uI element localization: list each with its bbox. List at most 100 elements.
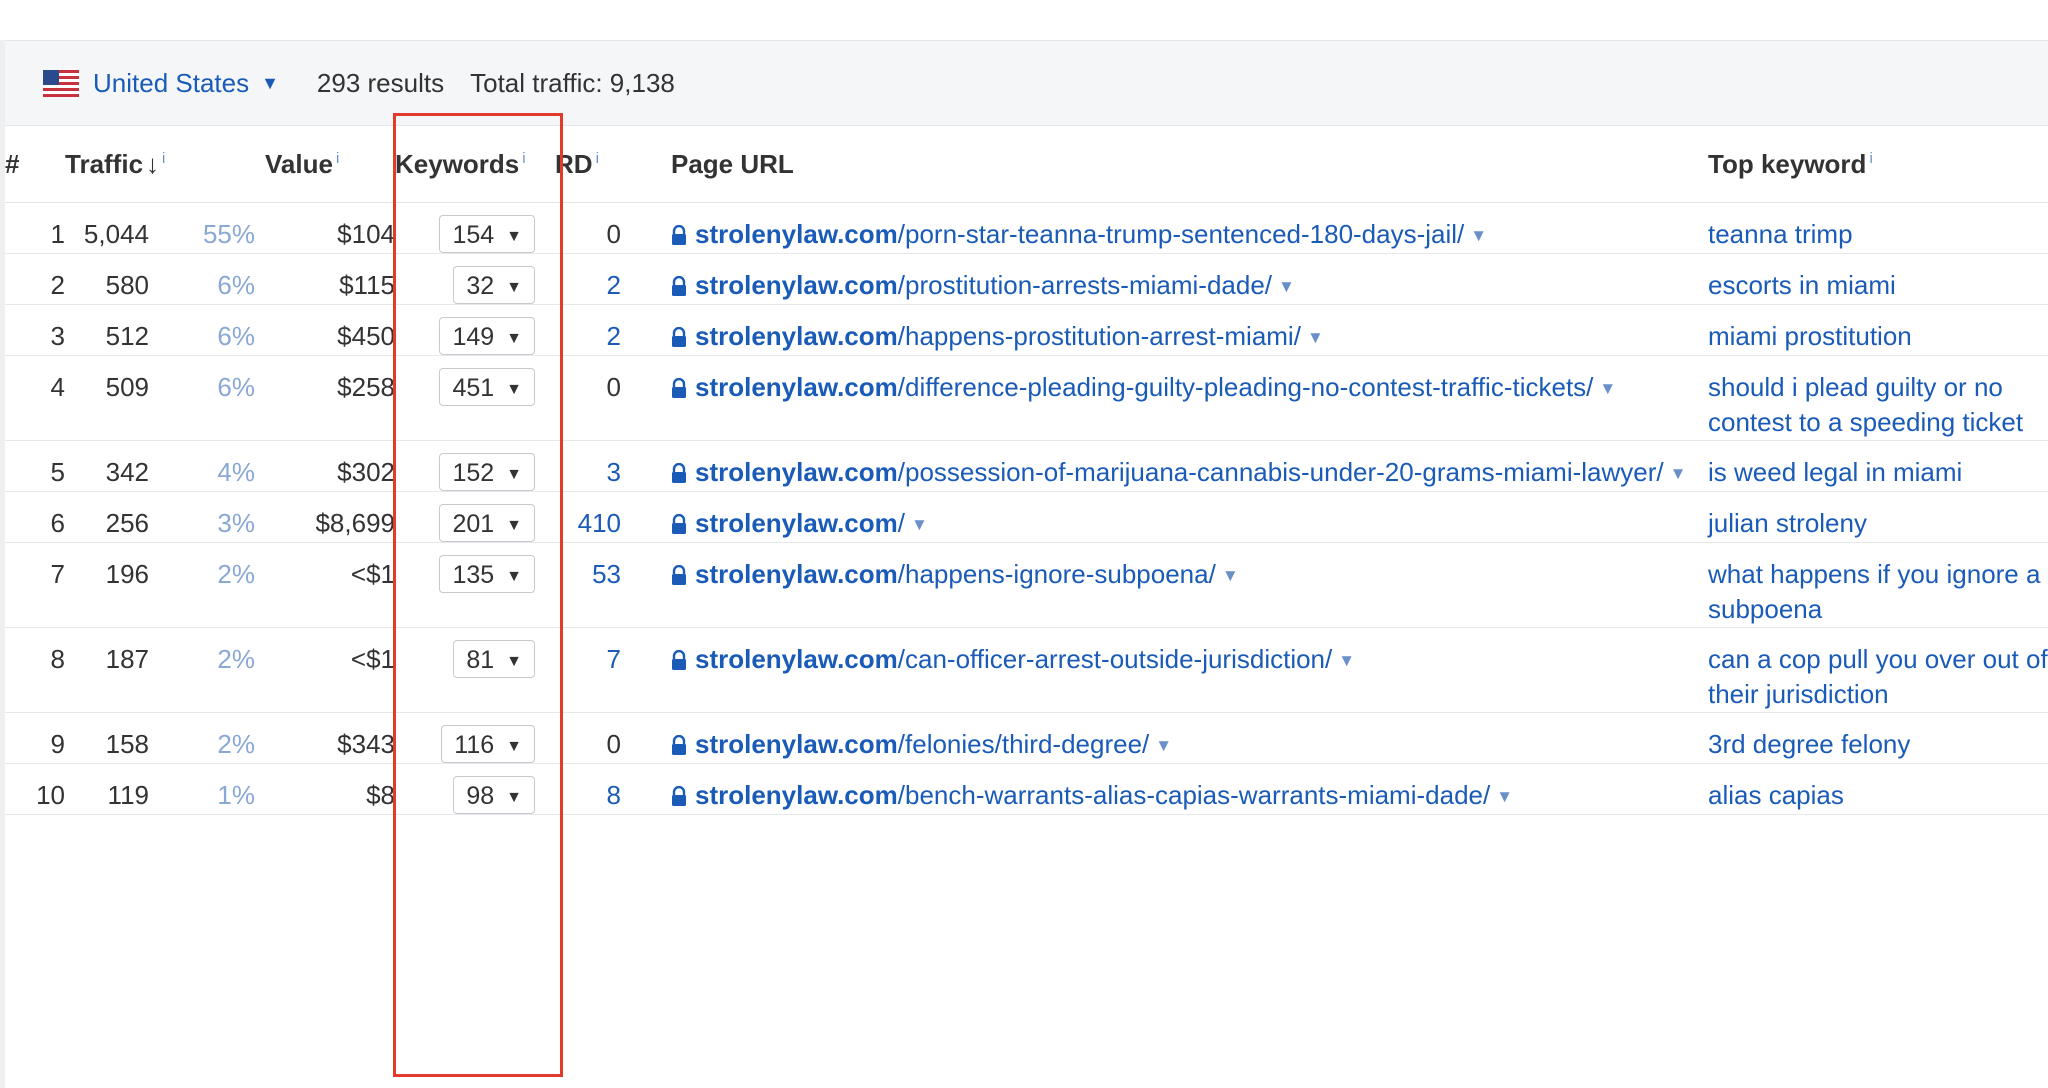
dropdown-caret-icon[interactable]: ▼ [1278,277,1295,296]
dropdown-caret-icon[interactable]: ▼ [1470,226,1487,245]
row-top-keyword[interactable]: what happens if you ignore a subpoena [1708,542,2048,628]
dropdown-caret-icon[interactable]: ▼ [1307,328,1324,347]
keywords-dropdown[interactable]: 32 ▼ [453,266,535,304]
dropdown-caret-icon[interactable]: ▼ [506,653,522,670]
url-path[interactable]: /possession-of-marijuana-cannabis-under-… [898,457,1664,487]
row-page-url[interactable]: strolenylaw.com/felonies/third-degree/ ▼ [671,712,1708,764]
url-domain[interactable]: strolenylaw.com [695,644,898,674]
url-domain[interactable]: strolenylaw.com [695,729,898,759]
url-path[interactable]: /bench-warrants-alias-capias-warrants-mi… [898,780,1490,810]
url-domain[interactable]: strolenylaw.com [695,508,898,538]
row-rd[interactable]: 7 [555,627,635,713]
keywords-dropdown[interactable]: 116 ▼ [441,725,535,763]
url-domain[interactable]: strolenylaw.com [695,457,898,487]
row-top-keyword[interactable]: teanna trimp [1708,202,2048,254]
row-rd[interactable]: 2 [555,304,635,356]
dropdown-caret-icon[interactable]: ▼ [506,789,522,806]
url-domain[interactable]: strolenylaw.com [695,780,898,810]
dropdown-caret-icon[interactable]: ▼ [506,466,522,483]
dropdown-caret-icon[interactable]: ▼ [1496,787,1513,806]
row-page-url[interactable]: strolenylaw.com/ ▼ [671,491,1708,543]
info-icon[interactable]: i [1869,150,1872,167]
table-row: 7 196 2% <$1 135 ▼ 53 strolenylaw.com/happens-i… [5,542,2048,628]
url-domain[interactable]: strolenylaw.com [695,321,898,351]
keywords-dropdown[interactable]: 135 ▼ [439,555,535,593]
row-top-keyword[interactable]: should i plead guilty or no contest to a… [1708,355,2048,441]
dropdown-caret-icon[interactable]: ▼ [506,228,522,245]
sort-desc-arrow-icon[interactable]: ↓ [146,149,159,179]
keywords-dropdown[interactable]: 201 ▼ [439,504,535,542]
row-top-keyword[interactable]: alias capias [1708,763,2048,815]
url-path[interactable]: /prostitution-arrests-miami-dade/ [898,270,1272,300]
keywords-dropdown[interactable]: 81 ▼ [453,640,535,678]
row-top-keyword[interactable]: escorts in miami [1708,253,2048,305]
url-path[interactable]: /happens-prostitution-arrest-miami/ [898,321,1301,351]
info-icon[interactable]: i [336,150,339,167]
column-header-value[interactable]: Value i [265,126,395,203]
url-path[interactable]: /difference-pleading-guilty-pleading-no-… [898,372,1594,402]
url-path[interactable]: /happens-ignore-subpoena/ [898,559,1216,589]
dropdown-caret-icon[interactable]: ▼ [506,330,522,347]
row-value: $258 [265,355,395,441]
lock-icon [671,321,687,347]
country-selector[interactable]: United States [93,68,249,99]
keywords-dropdown[interactable]: 98 ▼ [453,776,535,814]
url-path[interactable]: /can-officer-arrest-outside-jurisdiction… [898,644,1332,674]
url-path[interactable]: / [898,508,905,538]
row-top-keyword[interactable]: 3rd degree felony [1708,712,2048,764]
row-page-url[interactable]: strolenylaw.com/happens-ignore-subpoena/… [671,542,1708,628]
column-header-keywords[interactable]: Keywords i [395,126,555,203]
row-page-url[interactable]: strolenylaw.com/happens-prostitution-arr… [671,304,1708,356]
keywords-dropdown[interactable]: 154 ▼ [439,215,535,253]
info-icon[interactable]: i [522,150,525,167]
info-icon[interactable]: i [596,150,599,167]
dropdown-caret-icon[interactable]: ▼ [1338,651,1355,670]
row-page-url[interactable]: strolenylaw.com/prostitution-arrests-mia… [671,253,1708,305]
dropdown-caret-icon[interactable]: ▼ [911,515,928,534]
results-toolbar: United States ▼ 293 results Total traffi… [5,41,2048,126]
dropdown-caret-icon[interactable]: ▼ [1599,379,1616,398]
row-page-url[interactable]: strolenylaw.com/possession-of-marijuana-… [671,440,1708,492]
info-icon[interactable]: i [162,150,165,167]
url-domain[interactable]: strolenylaw.com [695,559,898,589]
url-path[interactable]: /porn-star-teanna-trump-sentenced-180-da… [898,219,1465,249]
row-traffic: 187 [65,627,149,713]
keywords-dropdown[interactable]: 149 ▼ [439,317,535,355]
row-top-keyword[interactable]: julian stroleny [1708,491,2048,543]
row-page-url[interactable]: strolenylaw.com/difference-pleading-guil… [671,355,1708,441]
keywords-dropdown[interactable]: 451 ▼ [439,368,535,406]
column-header-rd[interactable]: RD i [555,126,635,203]
row-spacer [635,440,671,492]
row-rd[interactable]: 53 [555,542,635,628]
chevron-down-icon[interactable]: ▼ [261,73,279,94]
dropdown-caret-icon[interactable]: ▼ [506,517,522,534]
dropdown-caret-icon[interactable]: ▼ [506,738,522,755]
row-top-keyword[interactable]: miami prostitution [1708,304,2048,356]
row-page-url[interactable]: strolenylaw.com/porn-star-teanna-trump-s… [671,202,1708,254]
row-rd[interactable]: 8 [555,763,635,815]
column-header-traffic[interactable]: Traffic ↓ i [65,126,165,203]
dropdown-caret-icon[interactable]: ▼ [506,279,522,296]
keywords-dropdown[interactable]: 152 ▼ [439,453,535,491]
row-keywords: 81 ▼ [395,627,555,713]
row-traffic-share: 6% [149,355,265,441]
url-domain[interactable]: strolenylaw.com [695,372,898,402]
column-header-top-keyword[interactable]: Top keyword i [1708,126,2048,203]
dropdown-caret-icon[interactable]: ▼ [506,381,522,398]
table-row: 4 509 6% $258 451 ▼ 0 strolenylaw.com/differenc… [5,355,2048,441]
row-rd[interactable]: 2 [555,253,635,305]
url-domain[interactable]: strolenylaw.com [695,270,898,300]
row-top-keyword[interactable]: is weed legal in miami [1708,440,2048,492]
dropdown-caret-icon[interactable]: ▼ [1222,566,1239,585]
top-pages-table: # Traffic ↓ i Value i Keywords i RD i Page UR… [5,126,2048,815]
row-rd[interactable]: 3 [555,440,635,492]
dropdown-caret-icon[interactable]: ▼ [1155,736,1172,755]
row-page-url[interactable]: strolenylaw.com/can-officer-arrest-outsi… [671,627,1708,713]
dropdown-caret-icon[interactable]: ▼ [1670,464,1687,483]
dropdown-caret-icon[interactable]: ▼ [506,568,522,585]
row-top-keyword[interactable]: can a cop pull you over out of their jur… [1708,627,2048,713]
url-path[interactable]: /felonies/third-degree/ [898,729,1149,759]
row-page-url[interactable]: strolenylaw.com/bench-warrants-alias-cap… [671,763,1708,815]
url-domain[interactable]: strolenylaw.com [695,219,898,249]
row-rd[interactable]: 410 [555,491,635,543]
